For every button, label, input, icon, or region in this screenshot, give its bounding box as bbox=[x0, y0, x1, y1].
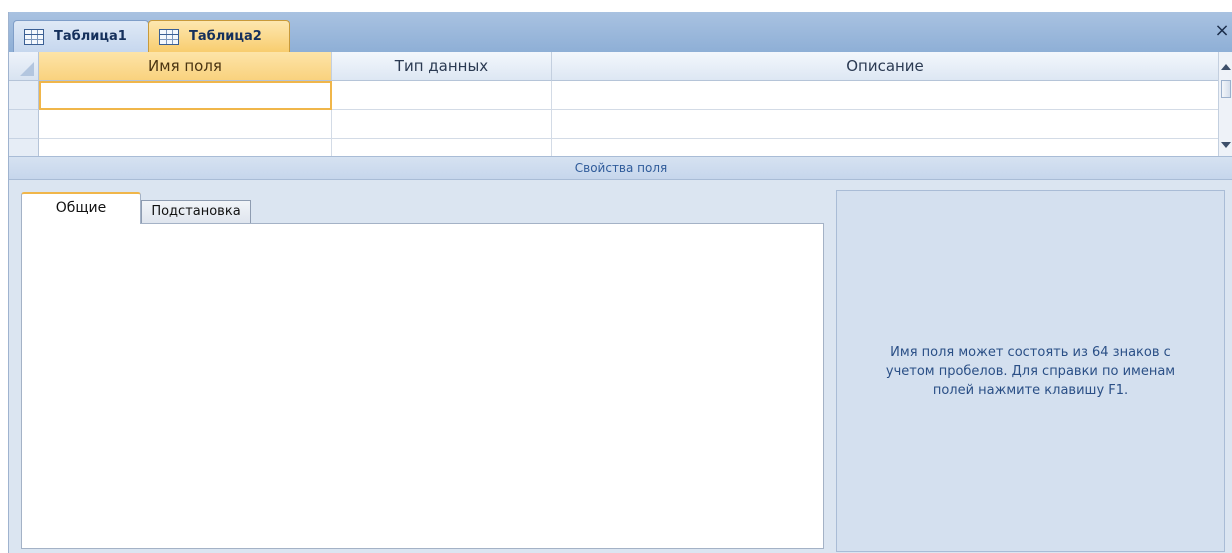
tab-table1[interactable]: Таблица1 bbox=[13, 20, 149, 52]
field-name-cell[interactable] bbox=[39, 81, 332, 110]
description-cell[interactable] bbox=[552, 110, 1219, 139]
grid-vertical-scrollbar[interactable] bbox=[1218, 52, 1232, 156]
tab-table2-label: Таблица2 bbox=[189, 29, 262, 44]
properties-grid-panel bbox=[21, 223, 824, 549]
row-selector[interactable] bbox=[9, 81, 39, 110]
scroll-thumb[interactable] bbox=[1221, 80, 1231, 98]
help-text: Имя поля может состоять из 64 знаков с у… bbox=[885, 344, 1176, 398]
field-name-cell[interactable] bbox=[39, 139, 332, 156]
tab-table2[interactable]: Таблица2 bbox=[148, 20, 290, 52]
column-header-description[interactable]: Описание bbox=[552, 52, 1219, 81]
field-properties-pane: Общие Подстановка Имя поля может состоят… bbox=[9, 180, 1232, 553]
data-type-cell[interactable] bbox=[332, 110, 552, 139]
scroll-up-icon[interactable] bbox=[1221, 64, 1231, 70]
description-cell[interactable] bbox=[552, 139, 1219, 156]
table-icon bbox=[159, 28, 179, 45]
data-type-cell[interactable] bbox=[332, 81, 552, 110]
tab-lookup[interactable]: Подстановка bbox=[141, 200, 251, 224]
document-tab-bar: Таблица1 Таблица2 × bbox=[9, 12, 1232, 53]
select-all-corner[interactable] bbox=[9, 52, 39, 81]
scroll-down-icon[interactable] bbox=[1221, 142, 1231, 148]
field-properties-title: Свойства поля bbox=[9, 156, 1232, 180]
row-selector[interactable] bbox=[9, 139, 39, 156]
description-cell[interactable] bbox=[552, 81, 1219, 110]
tab-table1-label: Таблица1 bbox=[54, 29, 127, 44]
table-icon bbox=[24, 28, 44, 45]
table-design-window: Таблица1 Таблица2 × Имя поля Тип данных … bbox=[8, 12, 1232, 553]
help-panel: Имя поля может состоять из 64 знаков с у… bbox=[836, 190, 1225, 552]
row-selector[interactable] bbox=[9, 110, 39, 139]
field-design-grid: Имя поля Тип данных Описание bbox=[9, 52, 1232, 156]
column-header-field-name[interactable]: Имя поля bbox=[39, 52, 332, 81]
column-header-data-type[interactable]: Тип данных bbox=[332, 52, 552, 81]
field-name-cell[interactable] bbox=[39, 110, 332, 139]
tab-general[interactable]: Общие bbox=[21, 192, 141, 224]
close-icon[interactable]: × bbox=[1213, 21, 1231, 41]
data-type-cell[interactable] bbox=[332, 139, 552, 156]
